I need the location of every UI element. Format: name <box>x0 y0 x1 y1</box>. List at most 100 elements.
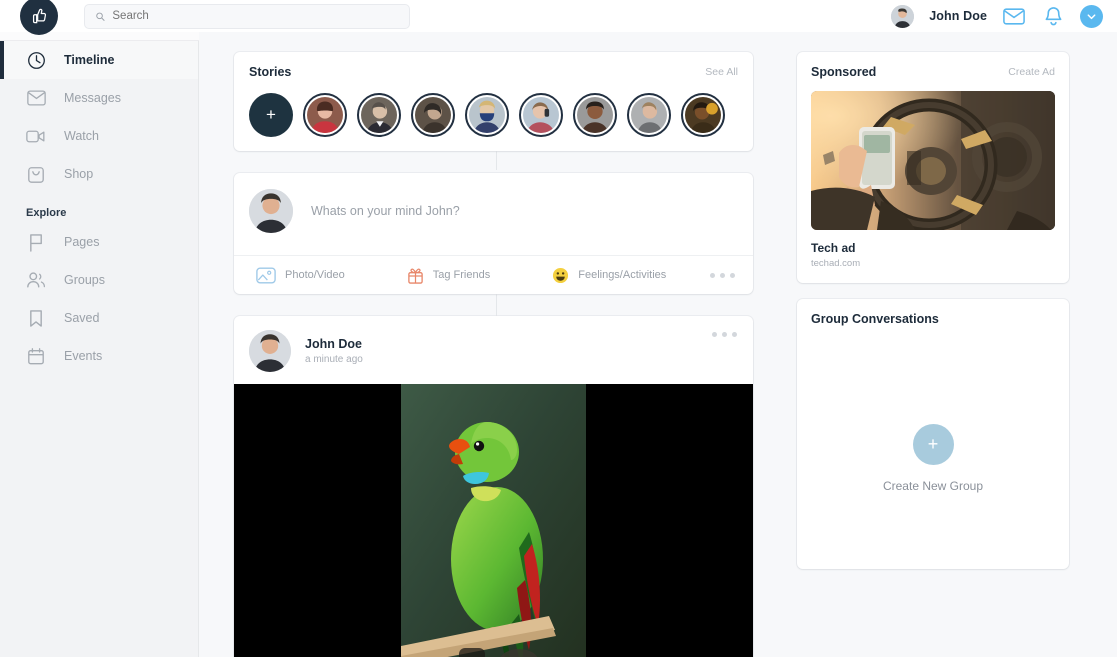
post-card: John Doe a minute ago <box>234 316 753 657</box>
people-icon <box>26 270 46 290</box>
sidebar-item-messages[interactable]: Messages <box>0 79 198 117</box>
avatar <box>249 189 293 233</box>
feelings-activities-button[interactable]: Feelings/Activities <box>552 267 666 284</box>
flag-icon <box>26 232 46 252</box>
three-dots-icon <box>710 272 715 278</box>
notifications-button[interactable] <box>1041 4 1065 28</box>
gift-icon <box>407 268 423 284</box>
create-new-group-button[interactable]: + <box>912 424 954 465</box>
search-input[interactable] <box>112 10 399 22</box>
story-avatar-5[interactable] <box>519 93 563 137</box>
group-conversations-title: Group Conversations <box>811 312 939 326</box>
sponsored-card: Sponsored Create Ad Tech ad techad.com <box>797 52 1069 283</box>
stories-card: Stories See All + <box>234 52 753 151</box>
top-header: John Doe <box>0 0 1117 35</box>
avatar[interactable] <box>249 330 291 372</box>
main-content: Stories See All + Whats on your mind Joh… <box>199 32 1117 657</box>
story-photo <box>577 97 613 133</box>
ad-title: Tech ad <box>811 241 856 255</box>
post-more-button[interactable] <box>712 332 737 337</box>
sponsored-title: Sponsored <box>811 65 877 79</box>
create-new-group-label: Create New Group <box>882 479 984 493</box>
group-conversations-card: Group Conversations + Create New Group <box>797 299 1069 569</box>
letterbox-left <box>234 384 401 657</box>
action-label: Photo/Video <box>285 269 345 281</box>
story-photo <box>631 97 667 133</box>
sidebar-item-groups[interactable]: Groups <box>0 261 198 299</box>
sidebar-item-watch[interactable]: Watch <box>0 117 198 155</box>
stories-list: + <box>249 93 738 137</box>
sidebar-item-label: Messages <box>64 91 121 105</box>
sidebar-item-label: Events <box>64 349 103 363</box>
story-avatar-1[interactable] <box>303 93 347 137</box>
story-avatar-4[interactable] <box>465 93 509 137</box>
search-icon <box>96 12 105 21</box>
user-photo <box>249 330 291 372</box>
car-interior-steering-wheel-photo <box>811 91 1055 230</box>
thumbs-up-icon <box>32 8 47 24</box>
post-timestamp: a minute ago <box>305 354 363 365</box>
post-header: John Doe a minute ago <box>234 316 753 384</box>
clock-icon <box>26 50 46 70</box>
user-name-label: John Doe <box>929 9 987 23</box>
shopping-bag-icon <box>26 164 46 184</box>
bookmark-icon <box>26 308 46 328</box>
messages-button[interactable] <box>1002 4 1026 28</box>
create-ad-link[interactable]: Create Ad <box>1008 66 1055 78</box>
stories-see-all-link[interactable]: See All <box>705 66 738 78</box>
sidebar-item-shop[interactable]: Shop <box>0 155 198 193</box>
stories-header: Stories See All <box>249 65 738 79</box>
story-avatar-8[interactable] <box>681 93 725 137</box>
composer-action-bar: Photo/Video Tag Friends Feelings/Activit… <box>234 255 753 294</box>
sidebar-item-pages[interactable]: Pages <box>0 223 198 261</box>
create-group-area: + Create New Group <box>797 424 1069 493</box>
app-logo[interactable] <box>20 0 58 35</box>
feed-column: Stories See All + Whats on your mind Joh… <box>234 52 753 657</box>
sponsored-header: Sponsored Create Ad <box>811 65 1055 79</box>
add-story-button[interactable]: + <box>249 93 293 137</box>
parrot-image <box>401 384 586 657</box>
composer-placeholder: Whats on your mind John? <box>311 204 460 218</box>
sidebar-item-timeline[interactable]: Timeline <box>0 41 198 79</box>
smiley-icon <box>553 267 569 283</box>
user-photo <box>891 4 915 28</box>
post-media[interactable] <box>234 384 753 657</box>
story-photo <box>415 97 451 133</box>
video-camera-icon <box>26 126 46 146</box>
story-photo <box>685 97 721 133</box>
story-photo <box>361 97 397 133</box>
envelope-icon <box>26 88 46 108</box>
story-avatar-3[interactable] <box>411 93 455 137</box>
post-composer-card: Whats on your mind John? Photo/Video Tag… <box>234 173 753 294</box>
sidebar-item-label: Watch <box>64 129 99 143</box>
header-actions: John Doe <box>891 0 1103 32</box>
sidebar-item-events[interactable]: Events <box>0 337 198 375</box>
sidebar-item-label: Saved <box>64 311 100 325</box>
tag-friends-button[interactable]: Tag Friends <box>407 267 490 284</box>
composer-more-button[interactable] <box>710 272 735 278</box>
avatar[interactable] <box>891 4 915 28</box>
sponsored-image[interactable] <box>811 91 1055 230</box>
story-avatar-7[interactable] <box>627 93 671 137</box>
chevron-down-icon <box>1087 13 1096 19</box>
composer-input-row[interactable]: Whats on your mind John? <box>234 173 753 255</box>
story-photo <box>307 97 343 133</box>
sidebar-item-label: Shop <box>64 167 94 181</box>
three-dots-icon <box>712 332 717 337</box>
bell-icon <box>1045 6 1061 25</box>
ad-url: techad.com <box>811 258 861 269</box>
search-field[interactable] <box>84 3 410 29</box>
sidebar-item-saved[interactable]: Saved <box>0 299 198 337</box>
story-photo <box>523 97 559 133</box>
letterbox-right <box>586 384 753 657</box>
story-avatar-6[interactable] <box>573 93 617 137</box>
post-author-name: John Doe <box>305 337 362 351</box>
image-icon <box>256 267 276 283</box>
photo-video-button[interactable]: Photo/Video <box>256 267 345 284</box>
stories-title: Stories <box>249 65 292 79</box>
sidebar-item-label: Pages <box>64 235 100 249</box>
envelope-icon <box>1003 7 1025 25</box>
story-photo <box>469 97 505 133</box>
account-menu-button[interactable] <box>1080 4 1103 28</box>
story-avatar-2[interactable] <box>357 93 401 137</box>
